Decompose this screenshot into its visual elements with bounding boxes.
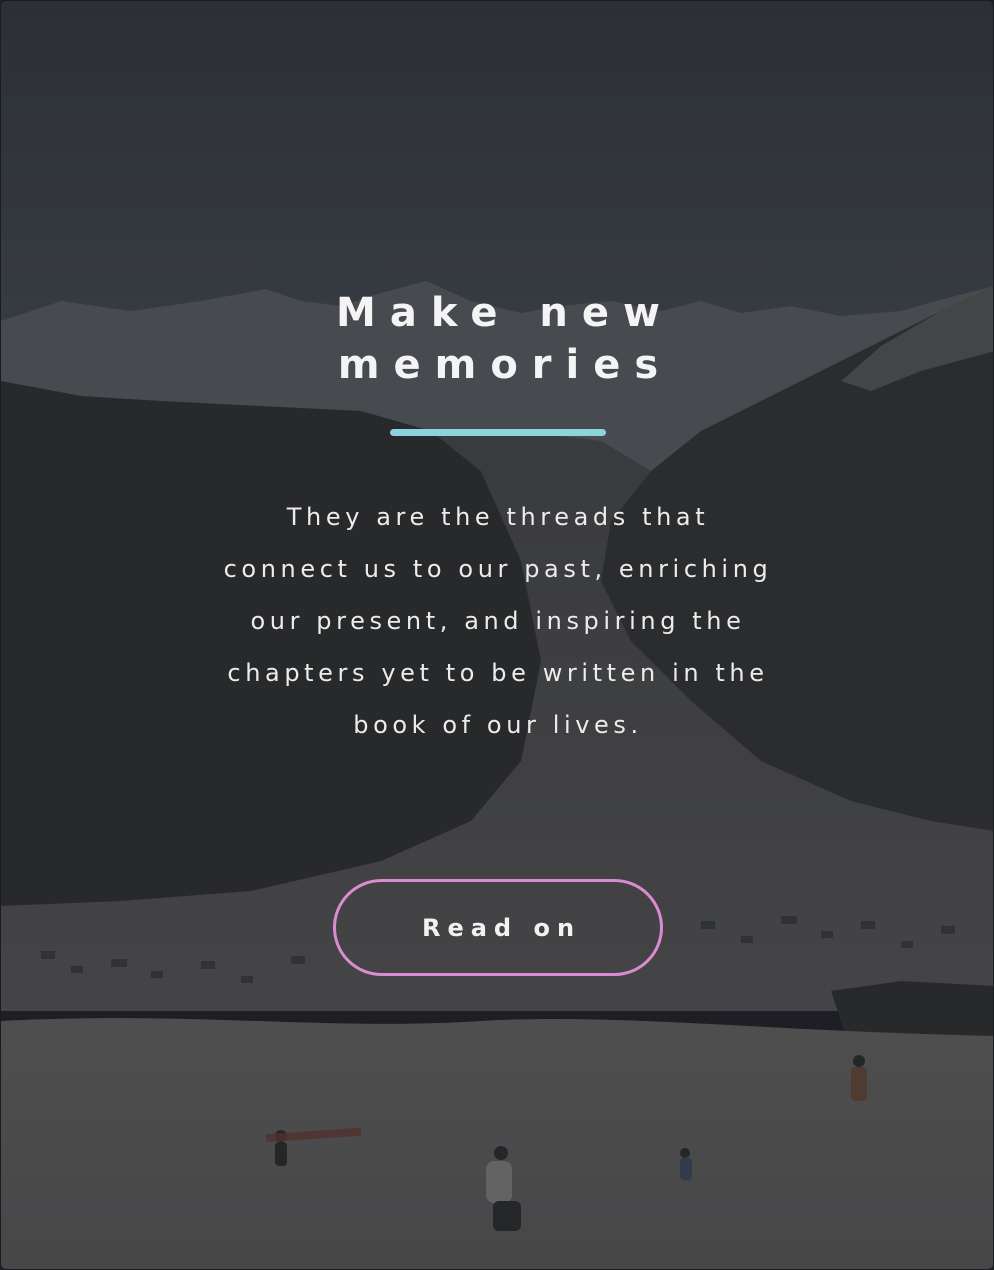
hero-card: Make new memories They are the threads t… — [0, 0, 994, 1270]
read-on-button[interactable]: Read on — [333, 879, 663, 976]
hero-title-line-1: Make new — [336, 290, 674, 336]
hero-content: Make new memories They are the threads t… — [1, 1, 993, 1269]
title-accent-underline — [390, 429, 606, 436]
hero-body-text: They are the threads that connect us to … — [223, 503, 773, 739]
hero-title: Make new memories — [1, 287, 993, 391]
hero-title-line-2: memories — [337, 342, 673, 388]
